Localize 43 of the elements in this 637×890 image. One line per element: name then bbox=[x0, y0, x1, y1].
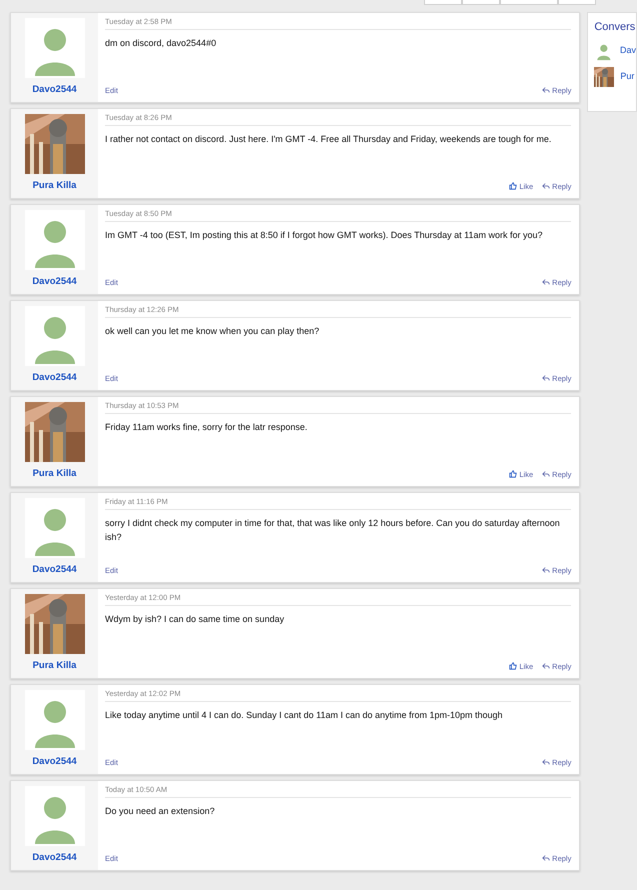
thumbs-up-icon bbox=[509, 182, 518, 190]
participant-name[interactable]: Dav bbox=[620, 44, 636, 58]
author-name[interactable]: Davo2544 bbox=[32, 371, 77, 386]
reply-icon bbox=[542, 854, 550, 862]
toolbar-button[interactable] bbox=[424, 0, 462, 5]
panel-title: Convers bbox=[594, 20, 636, 35]
message-text: Like today anytime until 4 I can do. Sunday I cant do 11am I can do anytime from 1pm-10pm though bbox=[105, 709, 504, 722]
author-name[interactable]: Davo2544 bbox=[32, 851, 77, 866]
message-text: I rather not contact on discord. Just here. I'm GMT -4. Free all Thursday and Friday, weekends are tough for me. bbox=[105, 133, 552, 146]
avatar-icon bbox=[24, 690, 84, 750]
message-text: Wdym by ish? I can do same time on sunday bbox=[105, 613, 286, 626]
author-name[interactable]: Davo2544 bbox=[32, 563, 77, 578]
message-text: ok well can you let me know when you can play then? bbox=[105, 325, 320, 338]
author-name[interactable]: Pura Killa bbox=[32, 659, 76, 674]
author-name[interactable]: Pura Killa bbox=[32, 467, 76, 482]
reply-icon bbox=[542, 278, 550, 286]
avatar-icon bbox=[24, 306, 84, 366]
thumbs-up-icon bbox=[509, 470, 518, 478]
reply-icon bbox=[542, 662, 550, 670]
message-text: Im GMT -4 too (EST, Im posting this at 8:50 if I forgot how GMT works). Does Thursday at 11am work for you? bbox=[105, 229, 544, 242]
avatar-icon bbox=[24, 210, 84, 270]
avatar-icon bbox=[24, 498, 84, 558]
reply-icon bbox=[542, 182, 550, 190]
participant-name[interactable]: Pur bbox=[620, 70, 634, 84]
message-text: Do you need an extension? bbox=[105, 805, 216, 818]
toolbar-button[interactable] bbox=[500, 0, 558, 5]
message-text: sorry I didnt check my computer in time for that, that was like only 12 hours before. Can you do saturday afternoon ish? bbox=[105, 517, 561, 544]
toolbar-button[interactable] bbox=[558, 0, 596, 5]
reply-icon bbox=[542, 566, 550, 574]
reply-icon bbox=[542, 758, 550, 766]
toolbar-button[interactable] bbox=[462, 0, 500, 5]
thumbs-up-icon bbox=[509, 662, 518, 670]
author-name[interactable]: Davo2544 bbox=[32, 755, 77, 770]
author-name[interactable]: Davo2544 bbox=[32, 83, 77, 98]
avatar-icon bbox=[24, 786, 84, 846]
avatar-icon bbox=[24, 18, 84, 78]
author-name[interactable]: Davo2544 bbox=[32, 275, 77, 290]
message-text: dm on discord, davo2544#0 bbox=[105, 37, 218, 50]
reply-icon bbox=[542, 374, 550, 382]
reply-icon bbox=[542, 86, 550, 94]
author-name[interactable]: Pura Killa bbox=[32, 179, 76, 194]
reply-icon bbox=[542, 470, 550, 478]
message-text: Friday 11am works fine, sorry for the latr response. bbox=[105, 421, 308, 434]
